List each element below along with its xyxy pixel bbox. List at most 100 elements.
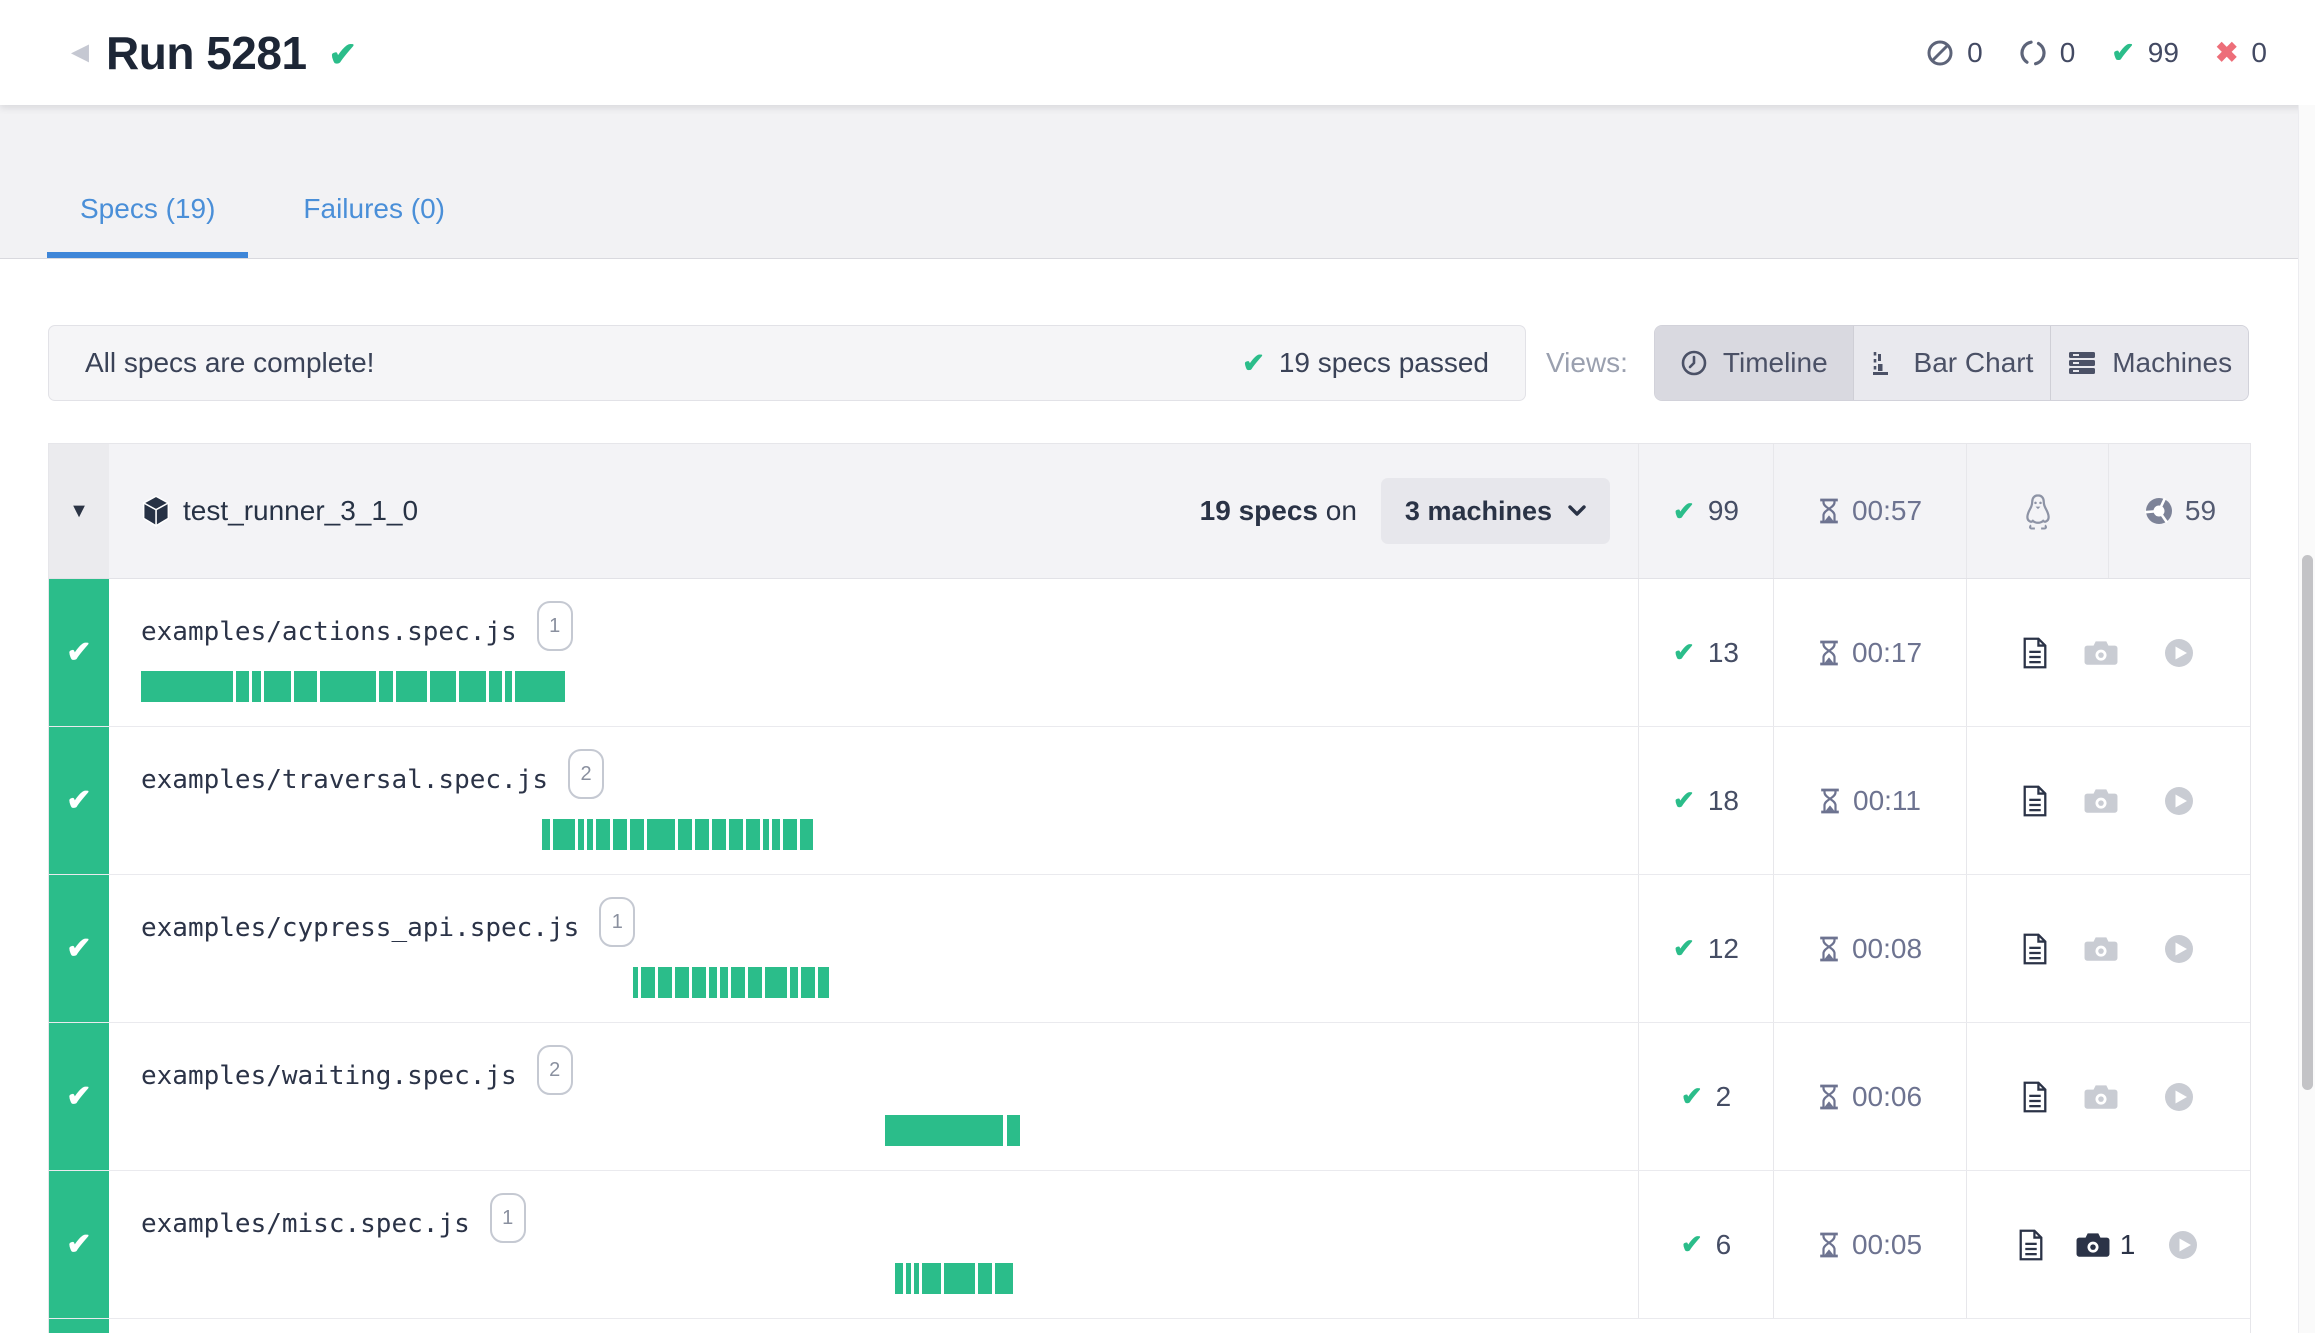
timeline-segment	[978, 1263, 992, 1294]
document-icon	[2022, 785, 2048, 817]
timeline-segment	[641, 967, 655, 998]
group-passed-count: 99	[1708, 495, 1739, 527]
spec-row[interactable]: ✔ examples/waiting.spec.js 2 ✔ 2 00:06	[49, 1023, 2250, 1171]
timeline-segment	[141, 671, 233, 702]
spec-passed-cell: ✔ 18	[1638, 727, 1773, 874]
page-title: Run 5281	[106, 26, 307, 80]
timeline-segment	[800, 819, 813, 850]
timeline-segment	[695, 819, 709, 850]
machine-badge: 2	[568, 749, 604, 799]
scrollbar-thumb[interactable]	[2302, 555, 2313, 1090]
spec-row[interactable]: ✔ examples/misc.spec.js 1 ✔ 6 00:05	[49, 1171, 2250, 1319]
spec-passed-count: 6	[1716, 1229, 1732, 1261]
timeline-segment	[294, 671, 317, 702]
timeline-segment	[678, 819, 692, 850]
partial-next-row	[49, 1319, 2250, 1333]
spec-artifacts-cell	[1966, 1023, 2250, 1170]
spec-name: examples/cypress_api.spec.js	[141, 913, 579, 943]
document-icon	[2018, 1229, 2044, 1261]
stdout-button[interactable]	[2022, 637, 2048, 669]
spec-duration-cell: 00:05	[1773, 1171, 1966, 1318]
view-timeline-button[interactable]: Timeline	[1655, 326, 1853, 400]
spec-status-gutter: ✔	[49, 727, 109, 874]
timeline-segment	[647, 819, 675, 850]
spec-passed-check-icon: ✔	[66, 783, 91, 818]
back-button[interactable]: ◄	[60, 31, 100, 75]
spec-table: ▼ test_runner_3_1_0 19 specs on	[48, 443, 2251, 1333]
spec-passed-count: 2	[1716, 1081, 1732, 1113]
hourglass-icon	[1819, 787, 1841, 815]
stat-skipped: 0	[1926, 37, 1983, 69]
camera-icon[interactable]	[2084, 1083, 2128, 1111]
camera-icon[interactable]	[2084, 787, 2128, 815]
view-machines-button[interactable]: Machines	[2050, 326, 2248, 400]
spec-status-gutter: ✔	[49, 875, 109, 1022]
timeline-segment	[720, 967, 728, 998]
failed-count: 0	[2251, 37, 2267, 69]
spec-passed-check-icon: ✔	[66, 635, 91, 670]
machine-badge: 2	[537, 1045, 573, 1095]
skipped-icon	[1926, 39, 1954, 67]
hourglass-icon	[1818, 639, 1840, 667]
document-icon	[2022, 1081, 2048, 1113]
view-bar-chart-button[interactable]: Bar Chart	[1853, 326, 2051, 400]
check-icon: ✔	[1673, 933, 1695, 964]
timeline-segment	[587, 819, 593, 850]
document-icon	[2022, 933, 2048, 965]
timeline-bar	[109, 1115, 1638, 1146]
timeline-segment	[944, 1263, 975, 1294]
camera-icon[interactable]	[2084, 935, 2128, 963]
check-icon: ✔	[1681, 1229, 1703, 1260]
group-browser-cell: 59	[2108, 444, 2250, 578]
timeline-segment	[783, 819, 797, 850]
stdout-button[interactable]	[2022, 933, 2048, 965]
spec-row[interactable]: ✔ examples/actions.spec.js 1 ✔ 13 00:17	[49, 579, 2250, 727]
banner-passed-text: 19 specs passed	[1279, 347, 1489, 379]
play-icon	[2163, 1081, 2195, 1113]
spec-main-cell: examples/cypress_api.spec.js 1	[109, 875, 1638, 1022]
spec-duration-cell: 00:17	[1773, 579, 1966, 726]
skipped-count: 0	[1967, 37, 1983, 69]
browser-version: 59	[2185, 495, 2216, 527]
tab-specs-label: Specs (19)	[80, 193, 215, 225]
timeline-segment	[578, 819, 584, 850]
tab-specs[interactable]: Specs (19)	[47, 166, 248, 258]
stdout-button[interactable]	[2022, 1081, 2048, 1113]
timeline-segment	[746, 819, 760, 850]
group-expand-toggle[interactable]: ▼	[49, 444, 109, 578]
spec-row[interactable]: ✔ examples/traversal.spec.js 2 ✔ 18 00:1…	[49, 727, 2250, 875]
timeline-bar	[109, 819, 1638, 850]
play-video-button[interactable]	[2163, 1081, 2195, 1113]
complete-banner: All specs are complete! ✔ 19 specs passe…	[48, 325, 1526, 401]
timeline-segment	[995, 1263, 1013, 1294]
timeline-segment	[553, 819, 575, 850]
summary-row: All specs are complete! ✔ 19 specs passe…	[48, 325, 2249, 401]
spec-artifacts-cell	[1966, 579, 2250, 726]
timeline-segment	[790, 967, 798, 998]
group-duration-cell: 00:57	[1773, 444, 1966, 578]
timeline-segment	[731, 967, 745, 998]
camera-icon[interactable]	[2084, 639, 2128, 667]
play-video-button[interactable]	[2163, 933, 2195, 965]
play-video-button[interactable]	[2163, 637, 2195, 669]
spec-row[interactable]: ✔ examples/cypress_api.spec.js 1 ✔ 12 00…	[49, 875, 2250, 1023]
spec-rows-container: ✔ examples/actions.spec.js 1 ✔ 13 00:17	[49, 579, 2250, 1319]
spec-duration: 00:08	[1852, 933, 1922, 965]
chrome-icon	[2143, 495, 2175, 527]
timeline-segment	[515, 671, 565, 702]
stdout-button[interactable]	[2022, 785, 2048, 817]
group-main-cell: test_runner_3_1_0 19 specs on 3 machines	[109, 444, 1638, 578]
play-video-button[interactable]	[2163, 785, 2195, 817]
spec-status-gutter: ✔	[49, 1023, 109, 1170]
group-header-row: ▼ test_runner_3_1_0 19 specs on	[49, 444, 2250, 579]
stdout-button[interactable]	[2018, 1229, 2044, 1261]
check-icon: ✔	[1673, 496, 1695, 527]
tab-failures[interactable]: Failures (0)	[270, 166, 478, 258]
play-video-button[interactable]	[2167, 1229, 2199, 1261]
machines-dropdown[interactable]: 3 machines	[1381, 478, 1610, 544]
camera-icon[interactable]: 1	[2076, 1229, 2136, 1261]
spec-name: examples/misc.spec.js	[141, 1209, 470, 1239]
timeline-segment	[914, 1263, 919, 1294]
spec-name: examples/waiting.spec.js	[141, 1061, 517, 1091]
banner-passed-summary: ✔ 19 specs passed	[1242, 347, 1489, 379]
